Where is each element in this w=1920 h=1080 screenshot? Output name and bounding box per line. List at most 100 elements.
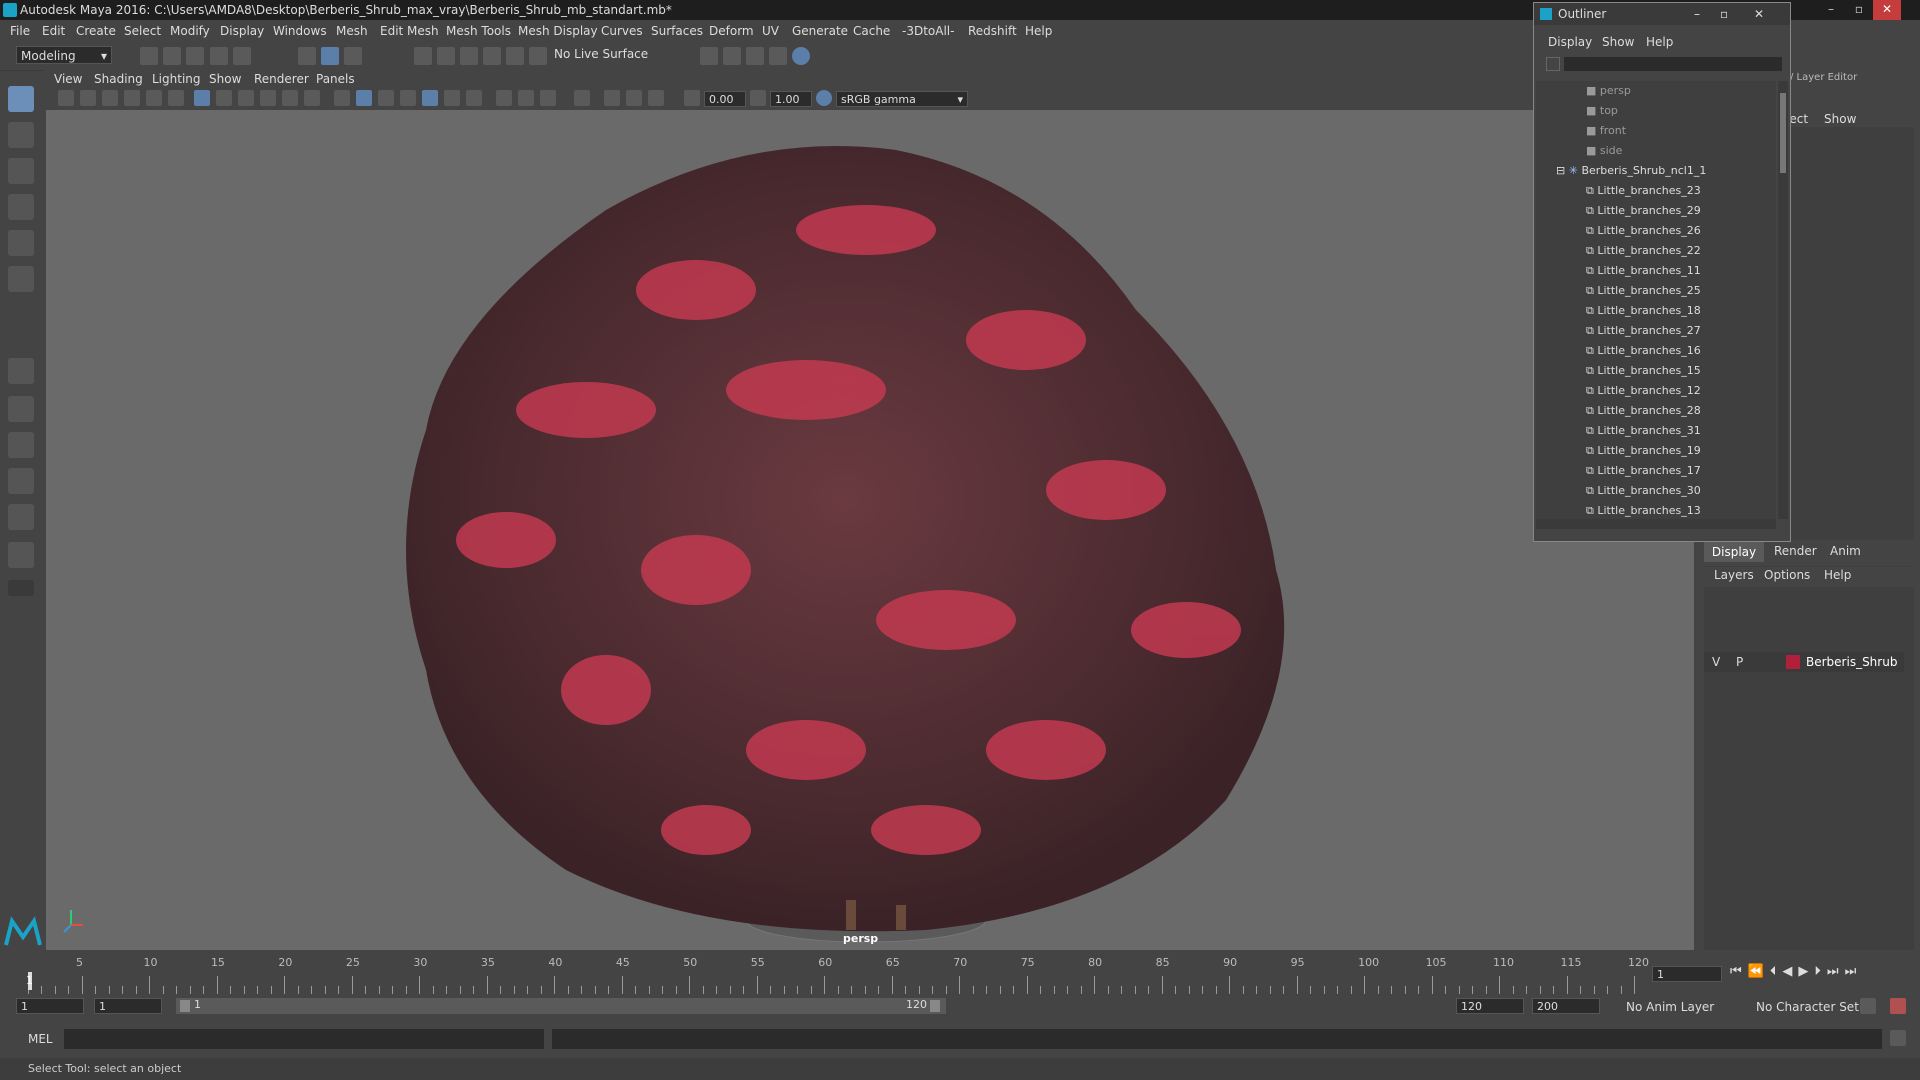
command-language-label[interactable]: MEL	[28, 1032, 53, 1046]
panel-menu-lighting[interactable]: Lighting	[152, 72, 201, 86]
single-view-icon[interactable]	[8, 358, 34, 384]
lasso-tool-icon[interactable]	[8, 122, 34, 148]
outliner-vscrollbar[interactable]	[1778, 81, 1788, 519]
list-item[interactable]: ⧉ Little_branches_31	[1586, 421, 1701, 441]
layer-row[interactable]: V P Berberis_Shrub	[1704, 652, 1904, 672]
character-set-dropdown[interactable]: No Character Set	[1756, 1000, 1859, 1014]
render-view-icon[interactable]	[769, 47, 787, 65]
wireframe-icon[interactable]	[334, 90, 350, 106]
panel-menu-shading[interactable]: Shading	[94, 72, 143, 86]
menu-surfaces[interactable]: Surfaces	[651, 24, 703, 38]
list-item[interactable]: ⧉ Little_branches_16	[1586, 341, 1701, 361]
undo-icon[interactable]	[210, 47, 228, 65]
start-time-field[interactable]: 1	[16, 998, 84, 1014]
script-editor-icon[interactable]	[1890, 1030, 1906, 1046]
bookmark-icon[interactable]	[102, 90, 118, 106]
persp-graph-layout-icon[interactable]	[8, 468, 34, 494]
menu-uv[interactable]: UV	[762, 24, 779, 38]
mode-dropdown[interactable]: Modeling ▾	[16, 46, 112, 64]
preferences-icon[interactable]	[1890, 998, 1906, 1014]
panel-menu-panels[interactable]: Panels	[316, 72, 355, 86]
list-item[interactable]: ⧉ Little_branches_25	[1586, 281, 1701, 301]
hypershade-layout-icon[interactable]	[8, 504, 34, 530]
range-start-field[interactable]: 1	[94, 998, 162, 1014]
motion-blur-icon[interactable]	[518, 90, 534, 106]
range-handle-end[interactable]	[930, 1000, 940, 1012]
toolbox-more-icon[interactable]	[8, 580, 34, 596]
image-plane-icon[interactable]	[124, 90, 140, 106]
range-slider[interactable]: 1 120	[176, 998, 946, 1014]
snap-view-icon[interactable]	[483, 47, 501, 65]
exposure-field[interactable]: 0.00	[704, 91, 746, 107]
two-d-pan-icon[interactable]	[146, 90, 162, 106]
hypershade-icon[interactable]	[792, 47, 810, 65]
list-item[interactable]: ■ top	[1586, 101, 1618, 121]
filter-icon[interactable]	[1546, 57, 1560, 71]
xray-joints-icon[interactable]	[604, 90, 620, 106]
maximize-icon[interactable]: ▫	[1720, 3, 1728, 25]
safe-action-icon[interactable]	[304, 90, 320, 106]
anti-aliasing-icon[interactable]	[540, 90, 556, 106]
panel-menu-view[interactable]: View	[54, 72, 82, 86]
ambient-occlusion-icon[interactable]	[496, 90, 512, 106]
shadows-icon[interactable]	[466, 90, 482, 106]
list-item[interactable]: ⧉ Little_branches_27	[1586, 321, 1701, 341]
layer-name[interactable]: Berberis_Shrub	[1806, 655, 1897, 669]
snap-surface-icon[interactable]	[506, 47, 524, 65]
select-component-icon[interactable]	[344, 47, 362, 65]
camera-attributes-icon[interactable]	[80, 90, 96, 106]
list-item-group[interactable]: ⊟ ✳ Berberis_Shrub_ncl1_1	[1556, 161, 1706, 181]
playback-controls[interactable]: ⏮⏪⏴◀▶⏵⏭⏭	[1730, 964, 1862, 979]
gate-mask-icon[interactable]	[260, 90, 276, 106]
outliner-titlebar[interactable]: Outliner – ▫ ✕	[1534, 3, 1790, 25]
menu-edit[interactable]: Edit	[42, 24, 65, 38]
open-scene-icon[interactable]	[163, 47, 181, 65]
range-end-field[interactable]: 120	[1456, 998, 1524, 1014]
color-space-dropdown[interactable]: sRGB gamma ▾	[836, 91, 968, 107]
close-icon[interactable]: ✕	[1754, 3, 1764, 25]
select-object-icon[interactable]	[321, 47, 339, 65]
ipr-render-icon[interactable]	[723, 47, 741, 65]
persp-outliner-layout-icon[interactable]	[8, 432, 34, 458]
live-surface-label[interactable]: No Live Surface	[554, 47, 648, 61]
select-hierarchy-icon[interactable]	[298, 47, 316, 65]
save-scene-icon[interactable]	[186, 47, 204, 65]
snap-grid-icon[interactable]	[414, 47, 432, 65]
list-item[interactable]: ⧉ Little_branches_22	[1586, 241, 1701, 261]
gamma-icon[interactable]	[750, 90, 766, 106]
maximize-icon[interactable]: ▫	[1845, 0, 1873, 20]
wireframe-on-shaded-icon[interactable]	[378, 90, 394, 106]
uv-layout-icon[interactable]	[8, 542, 34, 568]
grid-icon[interactable]	[194, 90, 210, 106]
view-transform-icon[interactable]	[648, 90, 664, 106]
field-chart-icon[interactable]	[282, 90, 298, 106]
list-item[interactable]: ⧉ Little_branches_12	[1586, 381, 1701, 401]
menu-select[interactable]: Select	[124, 24, 161, 38]
outliner-search-input[interactable]	[1564, 57, 1782, 71]
anim-layer-dropdown[interactable]: No Anim Layer	[1626, 1000, 1714, 1014]
gamma-field[interactable]: 1.00	[770, 91, 812, 107]
list-item[interactable]: ⧉ Little_branches_28	[1586, 401, 1701, 421]
layer-playback-toggle[interactable]: P	[1736, 655, 1743, 669]
viewport-persp[interactable]	[46, 110, 1694, 950]
menu-mesh-display[interactable]: Mesh Display	[518, 24, 598, 38]
end-time-field[interactable]: 200	[1532, 998, 1600, 1014]
time-slider[interactable]: 5 10 15 20 25 30 35 40 45 50 55 60 65 70 75 80 85 90 95 100…	[0, 950, 1920, 994]
color-management-icon[interactable]	[816, 90, 832, 106]
list-item[interactable]: ⧉ Little_branches_23	[1586, 181, 1701, 201]
four-view-icon[interactable]	[8, 396, 34, 422]
snap-point-icon[interactable]	[460, 47, 478, 65]
minimize-icon[interactable]: –	[1694, 3, 1700, 25]
tab-display[interactable]: Display	[1704, 542, 1764, 562]
scale-tool-icon[interactable]	[8, 266, 34, 292]
list-item[interactable]: ⧉ Little_branches_15	[1586, 361, 1701, 381]
layer-visibility-toggle[interactable]: V	[1712, 655, 1720, 669]
render-settings-icon[interactable]	[746, 47, 764, 65]
collapse-icon[interactable]: ⊟	[1556, 164, 1569, 177]
list-item[interactable]: ⧉ Little_branches_29	[1586, 201, 1701, 221]
layer-menu-help[interactable]: Help	[1824, 568, 1851, 582]
list-item[interactable]: ■ persp	[1586, 81, 1631, 101]
menu-redshift[interactable]: Redshift	[968, 24, 1017, 38]
use-all-lights-icon[interactable]	[444, 90, 460, 106]
new-scene-icon[interactable]	[140, 47, 158, 65]
